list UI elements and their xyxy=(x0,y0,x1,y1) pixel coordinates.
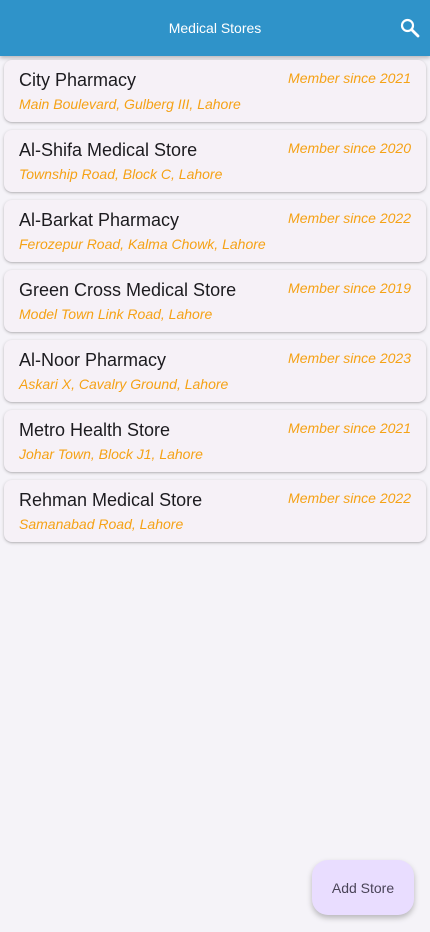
store-address: Askari X, Cavalry Ground, Lahore xyxy=(19,376,229,392)
store-name: Metro Health Store xyxy=(19,420,171,440)
store-name: Al-Barkat Pharmacy xyxy=(19,210,180,230)
store-name: Al-Shifa Medical Store xyxy=(19,140,198,160)
store-address: Samanabad Road, Lahore xyxy=(19,516,184,532)
store-name: Rehman Medical Store xyxy=(19,490,203,510)
search-button[interactable] xyxy=(398,16,422,40)
store-card[interactable]: Green Cross Medical Store Model Town Lin… xyxy=(4,270,426,332)
store-card[interactable]: City Pharmacy Main Boulevard, Gulberg II… xyxy=(4,60,426,122)
store-name: Al-Noor Pharmacy xyxy=(19,350,167,370)
store-address: Ferozepur Road, Kalma Chowk, Lahore xyxy=(19,236,266,252)
search-icon xyxy=(400,18,420,38)
app-bar: Medical Stores xyxy=(0,0,430,56)
store-address: Johar Town, Block J1, Lahore xyxy=(19,446,203,462)
store-name: Green Cross Medical Store xyxy=(19,280,237,300)
store-address: Model Town Link Road, Lahore xyxy=(19,306,213,322)
store-card[interactable]: Metro Health Store Johar Town, Block J1,… xyxy=(4,410,426,472)
member-since: Member since 2021 xyxy=(288,70,411,86)
member-since: Member since 2021 xyxy=(288,420,411,436)
store-name: City Pharmacy xyxy=(19,70,137,90)
store-address: Township Road, Block C, Lahore xyxy=(19,166,223,182)
store-card[interactable]: Al-Barkat Pharmacy Ferozepur Road, Kalma… xyxy=(4,200,426,262)
store-card[interactable]: Al-Shifa Medical Store Township Road, Bl… xyxy=(4,130,426,192)
member-since: Member since 2019 xyxy=(288,280,411,296)
store-card[interactable]: Rehman Medical Store Samanabad Road, Lah… xyxy=(4,480,426,542)
store-list: City Pharmacy Main Boulevard, Gulberg II… xyxy=(4,60,426,550)
member-since: Member since 2022 xyxy=(288,210,411,226)
add-store-button[interactable]: Add Store xyxy=(312,860,414,915)
store-address: Main Boulevard, Gulberg III, Lahore xyxy=(19,96,241,112)
page-title: Medical Stores xyxy=(168,20,262,36)
store-card[interactable]: Al-Noor Pharmacy Askari X, Cavalry Groun… xyxy=(4,340,426,402)
member-since: Member since 2023 xyxy=(288,350,411,366)
member-since: Member since 2022 xyxy=(288,490,411,506)
member-since: Member since 2020 xyxy=(288,140,411,156)
